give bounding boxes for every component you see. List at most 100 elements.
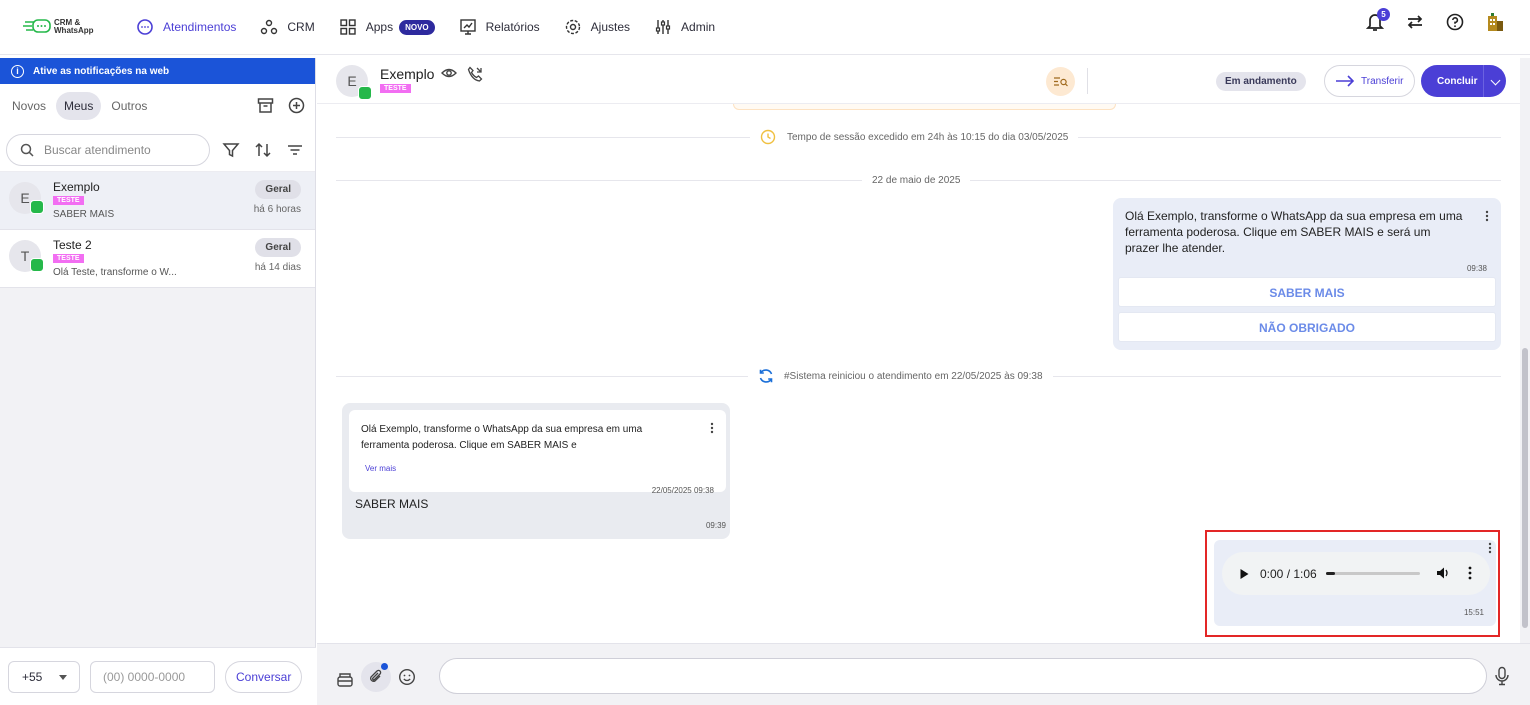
chevron-down-icon[interactable]: [1490, 75, 1501, 86]
filter-lines-icon[interactable]: [286, 141, 304, 159]
message-composer: [317, 643, 1530, 705]
message-list[interactable]: Tempo de sessão excedido em 24h às 10:15…: [317, 104, 1520, 642]
phone-number-input[interactable]: [90, 660, 215, 693]
gear-icon: [565, 19, 580, 35]
more-vertical-icon[interactable]: [710, 422, 714, 434]
tab-outros[interactable]: Outros: [103, 92, 155, 120]
quoted-time: 22/05/2025 09:38: [651, 486, 714, 495]
microphone-icon[interactable]: [1494, 666, 1510, 686]
quoted-text: Olá Exemplo, transforme o WhatsApp da su…: [361, 424, 643, 451]
sliders-icon: [655, 20, 671, 34]
whatsapp-icon: [30, 258, 44, 272]
contact-actions: [441, 66, 483, 82]
search-row: [0, 128, 315, 172]
conversation-preview: SABER MAIS: [53, 209, 115, 220]
highlighted-audio-message: 0:00 / 1:06 15:51: [1205, 530, 1500, 637]
crm-nodes-icon: [261, 19, 278, 35]
audio-progress-fill: [1326, 572, 1336, 575]
nav-relatorios[interactable]: Relatórios: [459, 12, 540, 42]
country-code-select[interactable]: +55: [8, 660, 80, 693]
conversation-time: há 14 dias: [254, 262, 301, 273]
nav-ajustes[interactable]: Ajustes: [564, 12, 630, 42]
conversation-item[interactable]: E Exemplo TESTE SABER MAIS Geral há 6 ho…: [0, 172, 315, 230]
eye-icon[interactable]: [441, 66, 457, 80]
new-conversation-bar: +55 Conversar: [0, 647, 316, 705]
message-text: SABER MAIS: [355, 497, 429, 511]
date-divider: 22 de maio de 2025: [862, 174, 971, 186]
chat-scrollbar[interactable]: [1520, 58, 1530, 643]
top-navbar: CRM & WhatsApp Atendimentos CRM Apps NOV…: [0, 0, 1530, 55]
see-more-link[interactable]: Ver mais: [365, 464, 396, 473]
add-circle-icon[interactable]: [288, 97, 305, 114]
conversation-name: Exemplo: [53, 180, 100, 194]
tab-novos[interactable]: Novos: [4, 92, 54, 120]
play-icon[interactable]: [1238, 568, 1250, 580]
message-time: 09:38: [1466, 264, 1487, 273]
more-vertical-icon[interactable]: [1468, 566, 1472, 580]
outgoing-audio-message: 0:00 / 1:06 15:51: [1214, 540, 1496, 626]
emoji-icon[interactable]: [398, 668, 416, 686]
archive-icon[interactable]: [257, 97, 274, 114]
conversation-preview: Olá Teste, transforme o W...: [53, 267, 177, 278]
search-input[interactable]: [44, 142, 194, 157]
brand-line-2: WhatsApp: [54, 26, 94, 35]
message-text: Olá Exemplo, transforme o WhatsApp da su…: [1125, 209, 1463, 255]
system-restart-text: #Sistema reiniciou o atendimento em 22/0…: [784, 370, 1043, 382]
nav-admin-label: Admin: [681, 20, 716, 34]
start-conversation-button[interactable]: Conversar: [225, 660, 303, 693]
contact-tag: TESTE: [53, 254, 84, 263]
conversation-item[interactable]: T Teste 2 TESTE Olá Teste, transforme o …: [0, 230, 315, 288]
search-icon: [20, 143, 34, 157]
company-building-icon[interactable]: [1486, 12, 1504, 32]
message-input[interactable]: [439, 658, 1487, 694]
session-expired-notice: Tempo de sessão excedido em 24h às 10:15…: [750, 129, 1079, 145]
volume-icon[interactable]: [1436, 566, 1450, 580]
quick-replies-icon[interactable]: [336, 670, 354, 688]
search-list-icon: [1054, 77, 1068, 87]
search-messages-button[interactable]: [1046, 67, 1075, 96]
nav-admin[interactable]: Admin: [654, 12, 715, 42]
more-vertical-icon[interactable]: [1488, 542, 1492, 554]
nav-crm[interactable]: CRM: [260, 12, 315, 42]
notifications-button[interactable]: 5: [1365, 8, 1390, 32]
search-box: [6, 133, 210, 166]
nao-obrigado-button[interactable]: NÃO OBRIGADO: [1118, 312, 1496, 342]
contact-tag: TESTE: [53, 196, 84, 205]
transfer-label: Transferir: [1361, 75, 1404, 87]
notification-banner[interactable]: i Ative as notificações na web: [0, 58, 315, 84]
chevron-down-icon: [59, 674, 67, 680]
help-icon[interactable]: [1446, 13, 1464, 31]
info-icon: i: [11, 64, 24, 78]
nav-ajustes-label: Ajustes: [590, 20, 631, 34]
audio-time: 0:00 / 1:06: [1260, 566, 1317, 581]
nav-atendimentos-label: Atendimentos: [163, 20, 237, 34]
header-divider: [1087, 68, 1088, 94]
nav-atendimentos[interactable]: Atendimentos: [136, 12, 236, 42]
conversation-name: Teste 2: [53, 238, 92, 252]
filter-funnel-icon[interactable]: [222, 141, 240, 159]
whatsapp-icon: [30, 200, 44, 214]
session-expired-text: Tempo de sessão excedido em 24h às 10:15…: [787, 131, 1069, 143]
queue-badge: Geral: [255, 238, 301, 257]
filter-actions: [222, 141, 304, 159]
contact-tag: TESTE: [380, 84, 411, 93]
brand-logo[interactable]: CRM & WhatsApp: [22, 18, 122, 36]
tab-meus[interactable]: Meus: [56, 92, 102, 120]
saber-mais-button[interactable]: SABER MAIS: [1118, 277, 1496, 307]
nav-apps[interactable]: Apps NOVO: [339, 12, 435, 42]
conclude-button[interactable]: Concluir: [1421, 65, 1506, 97]
sort-arrows-icon[interactable]: [254, 141, 272, 159]
audio-progress-slider[interactable]: [1326, 572, 1420, 575]
transfer-button[interactable]: Transferir: [1324, 65, 1415, 97]
swap-arrows-icon[interactable]: [1406, 13, 1424, 31]
status-badge: Em andamento: [1216, 72, 1306, 91]
quoted-message[interactable]: Olá Exemplo, transforme o WhatsApp da su…: [349, 410, 726, 495]
incoming-reply-message: Olá Exemplo, transforme o WhatsApp da su…: [342, 403, 730, 539]
contact-name[interactable]: Exemplo: [380, 66, 434, 82]
scrollbar-thumb[interactable]: [1522, 348, 1528, 628]
attach-button[interactable]: [361, 662, 391, 692]
brand-name: CRM & WhatsApp: [54, 19, 94, 35]
phone-call-icon[interactable]: [467, 66, 483, 82]
more-vertical-icon[interactable]: [1485, 210, 1489, 222]
composer-actions: [336, 662, 416, 692]
